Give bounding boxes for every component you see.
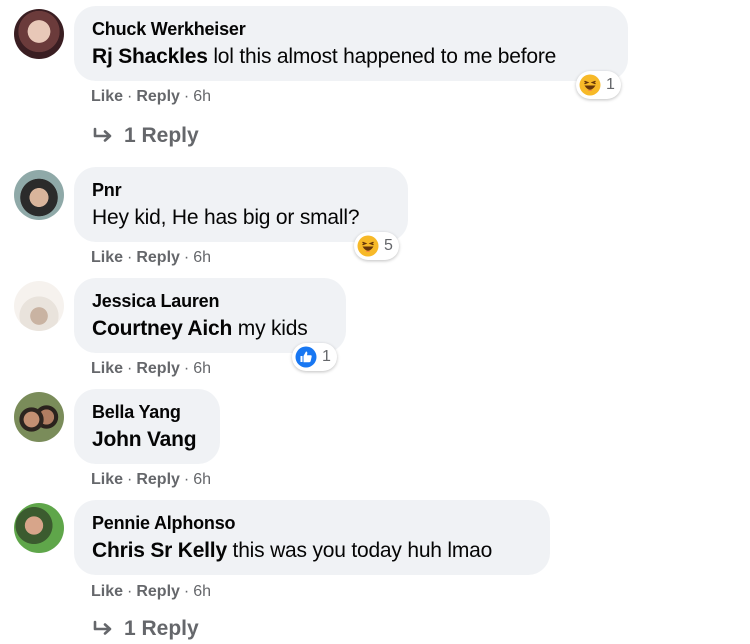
- mention-link[interactable]: Rj Shackles: [92, 45, 208, 68]
- comment-author[interactable]: Jessica Lauren: [92, 291, 219, 312]
- like-button[interactable]: Like: [91, 88, 123, 105]
- comment-text: Courtney Aich my kids: [92, 317, 308, 340]
- reply-arrow-icon: [93, 620, 112, 635]
- like-button[interactable]: Like: [91, 471, 123, 488]
- comment-text: John Vang: [92, 428, 197, 452]
- reply-arrow-icon: [93, 127, 112, 142]
- comment-timestamp[interactable]: 6h: [193, 360, 211, 377]
- like-icon: [295, 346, 317, 368]
- avatar[interactable]: [14, 170, 64, 220]
- reply-button[interactable]: Reply: [136, 88, 180, 105]
- avatar[interactable]: [14, 392, 64, 442]
- replies-count: 1 Reply: [124, 124, 199, 147]
- haha-icon: [357, 235, 379, 257]
- comment-actions: Like · Reply · 6h: [91, 249, 212, 266]
- avatar[interactable]: [14, 503, 64, 553]
- comment-author[interactable]: Pnr: [92, 180, 122, 201]
- reply-button[interactable]: Reply: [136, 360, 180, 377]
- comment-bubble: Pnr Hey kid, He has big or small?: [74, 167, 408, 242]
- view-replies-link[interactable]: 1 Reply: [92, 124, 199, 148]
- view-replies-link[interactable]: 1 Reply: [92, 617, 199, 641]
- mention-link[interactable]: John Vang: [92, 428, 197, 451]
- reaction-summary[interactable]: 1: [292, 343, 337, 371]
- comment-bubble: Bella Yang John Vang: [74, 389, 220, 464]
- comment-bubble: Jessica Lauren Courtney Aich my kids: [74, 278, 346, 353]
- comment-actions: Like · Reply · 6h: [91, 360, 212, 377]
- reaction-count: 5: [384, 237, 393, 254]
- avatar[interactable]: [14, 281, 64, 331]
- avatar[interactable]: [14, 9, 64, 59]
- comment-timestamp[interactable]: 6h: [193, 249, 211, 266]
- haha-icon: [579, 74, 601, 96]
- comment-text: Rj Shackles lol this almost happened to …: [92, 45, 557, 68]
- comment-text: Hey kid, He has big or small?: [92, 206, 360, 229]
- comment-actions: Like · Reply · 6h: [91, 583, 212, 600]
- comment-author[interactable]: Pennie Alphonso: [92, 513, 236, 534]
- reply-button[interactable]: Reply: [136, 583, 180, 600]
- reply-button[interactable]: Reply: [136, 249, 180, 266]
- reaction-summary[interactable]: 5: [354, 232, 399, 260]
- reaction-summary[interactable]: 1: [576, 71, 621, 99]
- comment-bubble: Chuck Werkheiser Rj Shackles lol this al…: [74, 6, 628, 81]
- comment-bubble: Pennie Alphonso Chris Sr Kelly this was …: [74, 500, 550, 575]
- comment-actions: Like · Reply · 6h: [91, 471, 212, 488]
- comment-author[interactable]: Chuck Werkheiser: [92, 19, 246, 40]
- like-button[interactable]: Like: [91, 360, 123, 377]
- comment-text: Chris Sr Kelly this was you today huh lm…: [92, 539, 493, 562]
- comment-timestamp[interactable]: 6h: [193, 471, 211, 488]
- comment-author[interactable]: Bella Yang: [92, 402, 181, 423]
- replies-count: 1 Reply: [124, 617, 199, 640]
- comment-timestamp[interactable]: 6h: [193, 583, 211, 600]
- like-button[interactable]: Like: [91, 249, 123, 266]
- reaction-count: 1: [606, 76, 615, 93]
- comment-actions: Like · Reply · 6h: [91, 88, 212, 105]
- reply-button[interactable]: Reply: [136, 471, 180, 488]
- mention-link[interactable]: Courtney Aich: [92, 317, 232, 340]
- comment-timestamp[interactable]: 6h: [193, 88, 211, 105]
- reaction-count: 1: [322, 348, 331, 365]
- mention-link[interactable]: Chris Sr Kelly: [92, 539, 227, 562]
- like-button[interactable]: Like: [91, 583, 123, 600]
